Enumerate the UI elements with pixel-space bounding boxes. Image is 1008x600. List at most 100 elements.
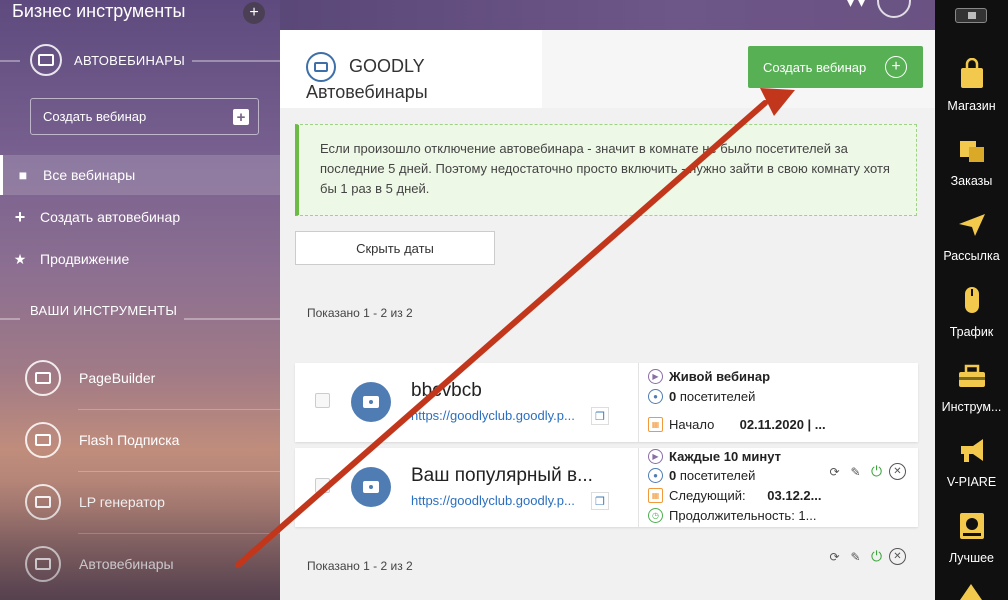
lp-generator-icon bbox=[25, 484, 61, 520]
select-checkbox[interactable] bbox=[315, 478, 330, 493]
webinar-link[interactable]: https://goodlyclub.goodly.p... bbox=[411, 493, 575, 508]
webinar-type: ▶ Каждые 10 минут bbox=[648, 449, 781, 464]
delete-icon[interactable]: ✕ bbox=[889, 463, 906, 480]
autowebinars-section-header[interactable]: АВТОВЕБИНАРЫ bbox=[30, 44, 185, 76]
dock-item-label: V-PIARE bbox=[946, 475, 997, 489]
dock-toggle-icon[interactable] bbox=[955, 8, 987, 23]
webinar-duration: ◷ Продолжительность: 1... bbox=[648, 508, 816, 523]
visitors-label: посетителей bbox=[679, 468, 756, 483]
delete-icon[interactable]: ✕ bbox=[889, 548, 906, 565]
pagination-summary: Показано 1 - 2 из 2 bbox=[307, 559, 413, 573]
mouse-icon bbox=[964, 287, 979, 313]
page-title: Автовебинары bbox=[306, 82, 428, 102]
main-content: ▾ ▾ GOODLY Автовебинары Создать вебинар … bbox=[280, 0, 935, 600]
divider bbox=[184, 318, 280, 320]
webinar-visitors: ● 0 посетителей bbox=[648, 389, 755, 404]
webinar-card[interactable]: bbcvbcb https://goodlyclub.goodly.p... ❐… bbox=[295, 363, 918, 442]
dock-item-vpiare[interactable]: V-PIARE bbox=[935, 434, 1008, 489]
date-label: Следующий: bbox=[669, 488, 746, 503]
dock-item-traffic[interactable]: Трафик bbox=[935, 284, 1008, 339]
orders-box-icon bbox=[959, 141, 984, 162]
dock-item-mailing[interactable]: Рассылка bbox=[935, 208, 1008, 263]
sidebar-item-create-autowebinar[interactable]: + Создать автовебинар bbox=[0, 197, 280, 237]
user-icon: ● bbox=[648, 468, 663, 483]
dock-item-label: Инструм... bbox=[941, 400, 1002, 414]
webinar-type: ▶ Живой вебинар bbox=[648, 369, 770, 384]
autowebinar-icon bbox=[30, 44, 62, 76]
sidebar-item-promotion[interactable]: ★ Продвижение bbox=[0, 239, 280, 279]
webinar-name[interactable]: Ваш популярный в... bbox=[411, 465, 593, 487]
webinar-type-label: Живой вебинар bbox=[669, 369, 771, 384]
webinar-actions: ⟳ ✎ ⏻ ✕ bbox=[826, 463, 906, 480]
dock-item-label: Рассылка bbox=[943, 249, 1000, 263]
shopping-bag-icon bbox=[960, 57, 983, 88]
copy-icon[interactable]: ❐ bbox=[591, 407, 609, 425]
visitors-count: 0 bbox=[669, 468, 677, 483]
best-badge-icon bbox=[959, 513, 984, 539]
pagebuilder-icon bbox=[25, 360, 61, 396]
megaphone-icon bbox=[960, 439, 983, 462]
tool-pagebuilder[interactable]: PageBuilder bbox=[25, 360, 155, 396]
sidebar-item-all-webinars[interactable]: ■ Все вебинары bbox=[0, 155, 280, 195]
webinar-name[interactable]: bbcvbcb bbox=[411, 380, 482, 402]
avatar[interactable] bbox=[877, 0, 911, 18]
edit-icon[interactable]: ✎ bbox=[847, 463, 864, 480]
section-label: АВТОВЕБИНАРЫ bbox=[74, 52, 185, 68]
calendar-icon: ▦ bbox=[648, 488, 663, 503]
create-webinar-button[interactable]: Создать вебинар + bbox=[748, 46, 923, 88]
plus-icon: + bbox=[14, 206, 26, 227]
dock-item-orders[interactable]: Заказы bbox=[935, 133, 1008, 188]
user-menu-icon[interactable]: ▾ ▾ bbox=[847, 0, 865, 11]
user-icon: ● bbox=[648, 389, 663, 404]
tool-label: Flash Подписка bbox=[79, 432, 180, 448]
dock-more-icon[interactable] bbox=[960, 584, 982, 600]
sidebar-item-label: Все вебинары bbox=[43, 167, 136, 183]
divider bbox=[192, 60, 280, 62]
top-bar: ▾ ▾ bbox=[280, 0, 935, 30]
date-value: 02.11.2020 | ... bbox=[739, 417, 826, 432]
tool-lp-generator[interactable]: LP генератор bbox=[25, 484, 165, 520]
date-label: Начало bbox=[669, 417, 715, 432]
sidebar-item-label: Создать автовебинар bbox=[40, 209, 181, 225]
webinar-visitors: ● 0 посетителей bbox=[648, 468, 755, 483]
copy-icon[interactable]: ❐ bbox=[591, 492, 609, 510]
divider bbox=[0, 60, 20, 62]
duration-label: Продолжительность: 1... bbox=[669, 508, 817, 523]
plus-icon: + bbox=[233, 109, 249, 126]
edit-icon[interactable]: ✎ bbox=[847, 548, 864, 565]
video-camera-icon: ■ bbox=[18, 167, 28, 183]
refresh-icon[interactable]: ⟳ bbox=[826, 463, 843, 480]
webinar-link[interactable]: https://goodlyclub.goodly.p... bbox=[411, 408, 575, 423]
add-tool-button[interactable]: + bbox=[243, 2, 265, 24]
visitors-label: посетителей bbox=[679, 389, 756, 404]
paper-plane-icon bbox=[958, 214, 985, 236]
power-icon[interactable]: ⏻ bbox=[868, 548, 885, 565]
power-icon[interactable]: ⏻ bbox=[868, 463, 885, 480]
dock-item-label: Трафик bbox=[949, 325, 994, 339]
webinar-date: ▦ Начало 02.11.2020 | ... bbox=[648, 417, 826, 432]
dock-item-shop[interactable]: Магазин bbox=[935, 57, 1008, 113]
autowebinar-icon bbox=[306, 52, 336, 82]
tool-label: Автовебинары bbox=[79, 556, 174, 572]
clock-icon: ◷ bbox=[648, 508, 663, 523]
pagination-summary: Показано 1 - 2 из 2 bbox=[307, 306, 413, 320]
webinar-actions: ⟳ ✎ ⏻ ✕ bbox=[826, 548, 906, 565]
webinar-card[interactable]: Ваш популярный в... https://goodlyclub.g… bbox=[295, 448, 918, 527]
sidebar: Бизнес инструменты + АВТОВЕБИНАРЫ Создат… bbox=[0, 0, 280, 600]
tool-label: LP генератор bbox=[79, 494, 165, 510]
select-checkbox[interactable] bbox=[315, 393, 330, 408]
tool-flash-subscription[interactable]: Flash Подписка bbox=[25, 422, 179, 458]
dock-item-tools[interactable]: Инструм... bbox=[935, 359, 1008, 414]
refresh-icon[interactable]: ⟳ bbox=[826, 548, 843, 565]
tool-autowebinars[interactable]: Автовебинары bbox=[25, 546, 174, 582]
autowebinar-icon bbox=[25, 546, 61, 582]
sidebar-create-webinar-button[interactable]: Создать вебинар + bbox=[30, 98, 259, 135]
divider bbox=[78, 471, 280, 472]
webinar-video-icon bbox=[351, 467, 391, 507]
hide-dates-button[interactable]: Скрыть даты bbox=[295, 231, 495, 265]
toolbox-icon bbox=[958, 364, 985, 387]
dock-item-label: Лучшее bbox=[948, 551, 995, 565]
webinar-next-date: ▦ Следующий: 03.12.2... bbox=[648, 488, 821, 503]
tools-heading: ВАШИ ИНСТРУМЕНТЫ bbox=[30, 303, 178, 318]
dock-item-best[interactable]: Лучшее bbox=[935, 510, 1008, 565]
